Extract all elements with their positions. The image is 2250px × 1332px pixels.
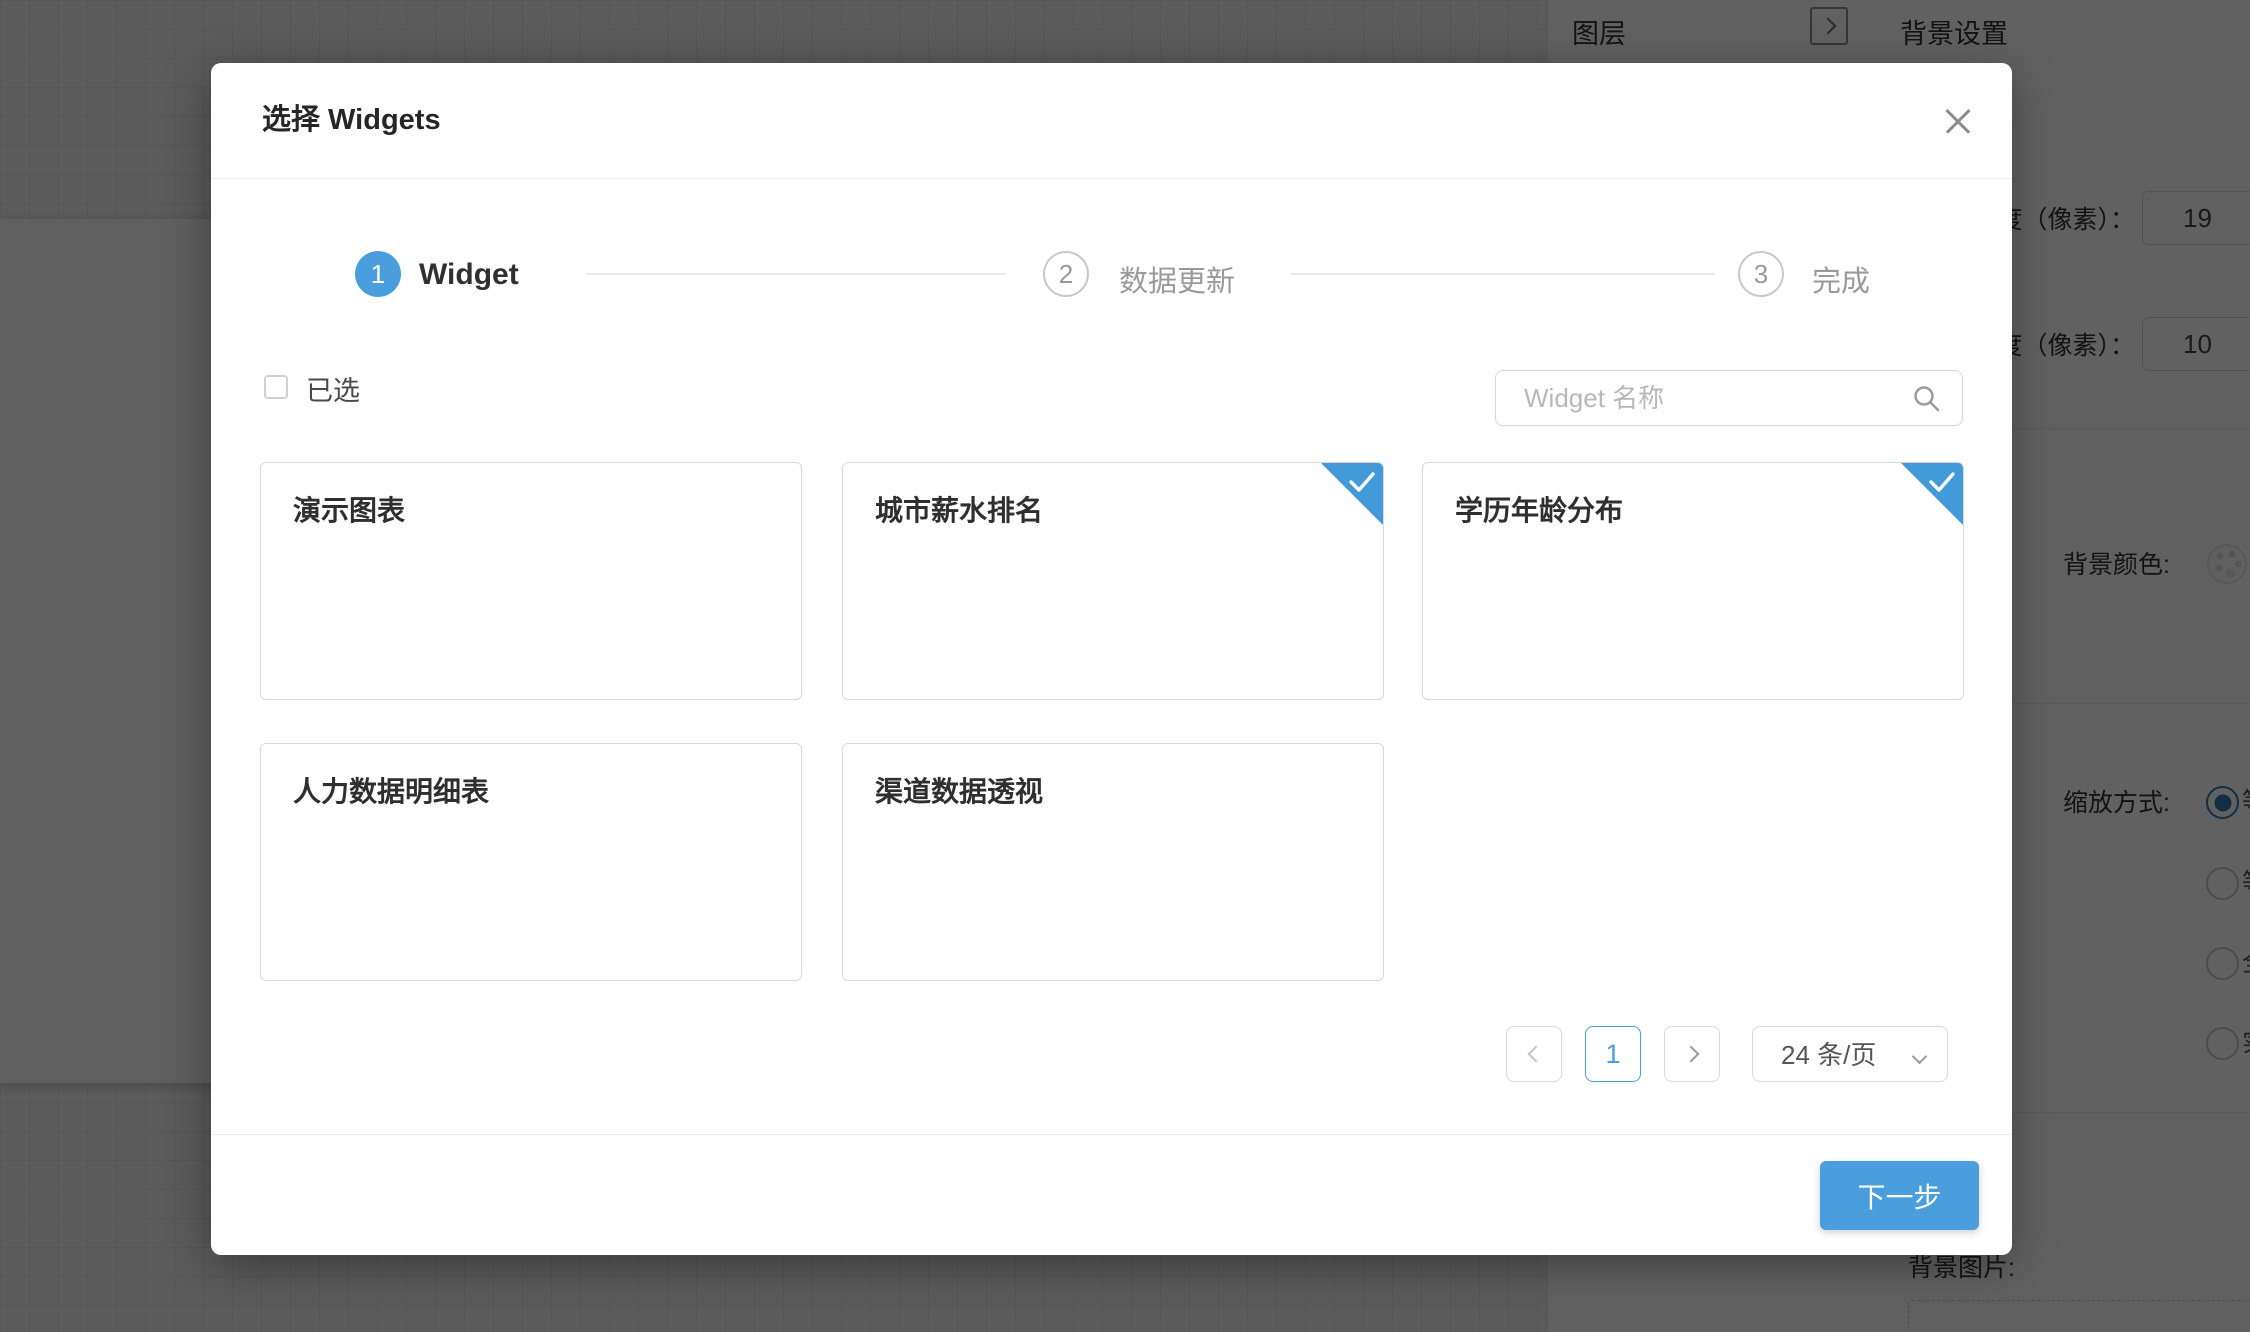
widget-card[interactable]: 学历年龄分布: [1422, 462, 1964, 700]
selected-only-checkbox[interactable]: [264, 375, 288, 399]
prev-page-button[interactable]: [1506, 1026, 1562, 1082]
widget-card[interactable]: 城市薪水排名: [842, 462, 1384, 700]
step-1-circle: 1: [355, 251, 401, 297]
step-1-label: Widget: [419, 258, 519, 292]
page: 图层 背景设置 宽度（像素）： 高度（像素）： 背景颜色:: [0, 0, 2250, 1332]
pagination: 1 24 条/页: [1506, 1026, 1948, 1082]
page-size-value: 24 条/页: [1781, 1027, 1876, 1083]
step-3-circle: 3: [1738, 251, 1784, 297]
chevron-down-icon: [1914, 1049, 1925, 1067]
widget-card[interactable]: 渠道数据透视: [842, 743, 1384, 981]
page-size-select[interactable]: 24 条/页: [1752, 1026, 1948, 1082]
widget-card-title: 渠道数据透视: [875, 770, 1043, 810]
chevron-left-icon: [1527, 1046, 1544, 1063]
step-connector: [586, 273, 1006, 275]
search-input[interactable]: [1496, 371, 1962, 425]
widget-card[interactable]: 演示图表: [260, 462, 802, 700]
widget-card-title: 人力数据明细表: [293, 770, 489, 810]
step-2-circle: 2: [1043, 251, 1089, 297]
page-1-button[interactable]: 1: [1585, 1026, 1641, 1082]
dialog-title: 选择 Widgets: [262, 63, 441, 178]
close-icon[interactable]: [1936, 99, 1980, 143]
widget-card[interactable]: 人力数据明细表: [260, 743, 802, 981]
widget-card-title: 学历年龄分布: [1455, 489, 1623, 529]
widget-card-title: 城市薪水排名: [875, 489, 1043, 529]
next-step-button[interactable]: 下一步: [1820, 1161, 1979, 1230]
step-connector: [1291, 273, 1715, 275]
dialog-footer: 下一步: [211, 1134, 2012, 1256]
step-3-label: 完成: [1812, 258, 1870, 300]
selected-only-label[interactable]: 已选: [306, 369, 360, 408]
check-icon: [1927, 470, 1957, 499]
widget-search: [1495, 370, 1963, 426]
widget-card-title: 演示图表: [293, 489, 405, 529]
select-widgets-dialog: 选择 Widgets 1 Widget 2 数据更新 3 完成 已选: [211, 63, 2012, 1255]
dialog-header: 选择 Widgets: [211, 63, 2012, 179]
check-icon: [1347, 470, 1377, 499]
search-icon[interactable]: [1912, 384, 1942, 419]
next-page-button[interactable]: [1664, 1026, 1720, 1082]
chevron-right-icon: [1682, 1046, 1699, 1063]
step-2-label: 数据更新: [1119, 258, 1235, 300]
